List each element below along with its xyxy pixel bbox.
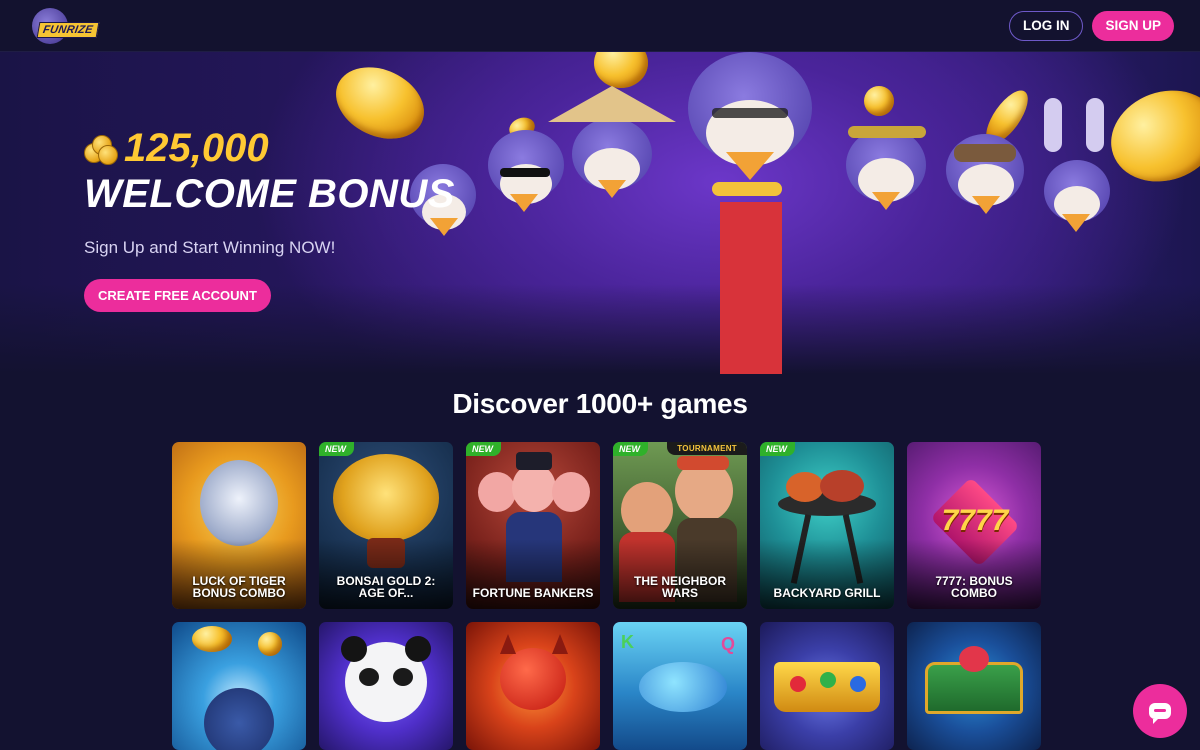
- fish-art: K Q: [613, 622, 747, 750]
- panda-art: [319, 622, 453, 750]
- new-badge: NEW: [319, 442, 354, 456]
- devil-art: [466, 622, 600, 750]
- game-title: FORTUNE BANKERS: [472, 586, 594, 600]
- games-section-title: Discover 1000+ games: [452, 388, 748, 419]
- game-card[interactable]: [172, 622, 306, 750]
- game-card[interactable]: [319, 622, 453, 750]
- crown-art: [760, 622, 894, 750]
- top-bar: FUNRIZE LOG IN SIGN UP: [0, 0, 1200, 52]
- funrize-logo[interactable]: FUNRIZE: [30, 6, 100, 46]
- signup-button[interactable]: SIGN UP: [1092, 10, 1174, 41]
- game-card[interactable]: 7777 7777: BONUS COMBO: [907, 442, 1041, 609]
- coins-icon: [84, 131, 120, 165]
- treasure-art: [907, 622, 1041, 750]
- game-title: THE NEIGHBOR WARS: [633, 574, 726, 600]
- page: FUNRIZE LOG IN SIGN UP 125,000 WELCOME B…: [0, 0, 1200, 750]
- game-card[interactable]: [466, 622, 600, 750]
- game-title: BACKYARD GRILL: [773, 586, 881, 600]
- bonus-amount: 125,000: [84, 128, 455, 168]
- logo-text: FUNRIZE: [36, 21, 100, 38]
- game-card[interactable]: NEW TOURNAMENT THE NEIGHBOR WARS: [613, 442, 747, 609]
- game-card[interactable]: NEW BACKYARD GRILL: [760, 442, 894, 609]
- hero-subtitle: Sign Up and Start Winning NOW!: [84, 238, 336, 257]
- create-account-button[interactable]: CREATE FREE ACCOUNT: [84, 279, 271, 312]
- new-badge: NEW: [466, 442, 501, 456]
- game-title: BONSAI GOLD 2: AGE OF...: [336, 574, 436, 600]
- hero-copy: 125,000 WELCOME BONUS Sign Up and Start …: [84, 128, 455, 258]
- hero-banner: 125,000 WELCOME BONUS Sign Up and Start …: [0, 52, 1200, 374]
- hero-title: WELCOME BONUS: [84, 172, 455, 216]
- chat-icon: [1149, 703, 1171, 724]
- new-badge: NEW: [760, 442, 795, 456]
- game-card[interactable]: NEW FORTUNE BANKERS: [466, 442, 600, 609]
- game-card[interactable]: K Q: [613, 622, 747, 750]
- game-card[interactable]: [907, 622, 1041, 750]
- chat-button[interactable]: [1133, 684, 1187, 738]
- game-title: LUCK OF TIGER BONUS COMBO: [192, 574, 286, 600]
- game-card[interactable]: [760, 622, 894, 750]
- new-badge: NEW: [613, 442, 648, 456]
- penguin-art: [1030, 98, 1130, 374]
- wolf-art: [172, 622, 306, 750]
- auth-actions: LOG IN SIGN UP: [1008, 10, 1174, 41]
- tournament-badge: TOURNAMENT: [667, 442, 747, 455]
- login-button[interactable]: LOG IN: [1008, 10, 1084, 41]
- game-card[interactable]: LUCK OF TIGER BONUS COMBO: [172, 442, 306, 609]
- game-title: 7777: BONUS COMBO: [935, 574, 1013, 600]
- game-card[interactable]: NEW BONSAI GOLD 2: AGE OF...: [319, 442, 453, 609]
- games-grid: LUCK OF TIGER BONUS COMBO NEW BONSAI GOL…: [172, 442, 1041, 750]
- bonus-amount-value: 125,000: [124, 126, 269, 170]
- penguin-characters-art: [380, 52, 1140, 374]
